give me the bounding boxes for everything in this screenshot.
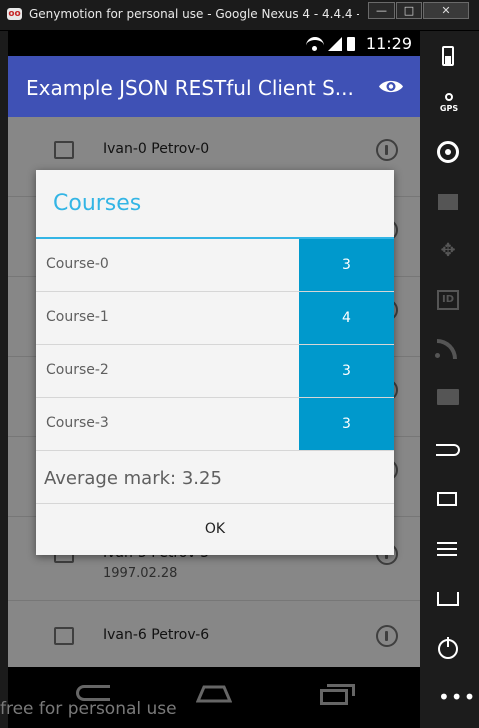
back-icon xyxy=(436,444,460,456)
more-widget[interactable]: ••• xyxy=(420,681,479,717)
battery-icon xyxy=(442,46,454,66)
recent-apps-icon xyxy=(437,492,457,506)
eye-icon[interactable] xyxy=(378,78,404,95)
wifi-icon xyxy=(306,37,324,51)
home-icon xyxy=(437,592,459,606)
move-icon: ✥ xyxy=(440,240,456,261)
genymotion-toolbar: GPS ✥ ID ••• xyxy=(420,31,479,728)
window-frame xyxy=(0,31,8,728)
gps-icon: GPS xyxy=(432,93,466,117)
capture-widget[interactable] xyxy=(420,184,479,220)
more-icon: ••• xyxy=(438,685,477,709)
ok-button[interactable]: OK xyxy=(36,504,394,555)
minimize-button[interactable]: — xyxy=(368,2,395,19)
power-widget[interactable] xyxy=(420,631,479,667)
course-row: Course-0 3 xyxy=(36,239,394,292)
move-widget[interactable]: ✥ xyxy=(420,233,479,269)
course-row: Course-3 3 xyxy=(36,398,394,451)
gps-widget[interactable]: GPS xyxy=(420,86,479,122)
nav-recent-apps-icon[interactable] xyxy=(320,684,355,706)
status-bar: 11:29 xyxy=(8,31,420,56)
app-title: Example JSON RESTful Client S... xyxy=(26,76,354,100)
home-widget[interactable] xyxy=(420,582,479,618)
menu-widget[interactable] xyxy=(420,532,479,568)
menu-icon xyxy=(437,542,457,556)
course-row: Course-1 4 xyxy=(36,292,394,345)
sms-widget[interactable] xyxy=(420,380,479,416)
recent-apps-widget[interactable] xyxy=(420,482,479,518)
course-mark: 3 xyxy=(299,345,394,397)
course-row: Course-2 3 xyxy=(36,345,394,398)
gps-label: GPS xyxy=(439,104,459,113)
genymotion-logo-icon: oo xyxy=(7,8,22,20)
webcam-icon xyxy=(437,141,459,163)
signal-icon xyxy=(328,37,342,51)
course-name: Course-1 xyxy=(46,309,109,325)
battery-widget[interactable] xyxy=(420,36,479,72)
back-widget[interactable] xyxy=(420,433,479,469)
course-mark: 3 xyxy=(299,239,394,291)
course-name: Course-0 xyxy=(46,256,109,272)
course-mark: 4 xyxy=(299,292,394,344)
rss-widget[interactable] xyxy=(420,331,479,367)
action-bar: Example JSON RESTful Client S... xyxy=(8,56,420,117)
close-button[interactable]: ✕ xyxy=(423,2,469,19)
course-mark: 3 xyxy=(299,398,394,450)
capture-icon xyxy=(438,194,458,210)
window-title: Genymotion for personal use - Google Nex… xyxy=(29,7,359,21)
dialog-title: Courses xyxy=(53,191,142,216)
battery-status-icon xyxy=(347,37,355,51)
nav-home-icon[interactable] xyxy=(196,685,232,703)
sms-icon xyxy=(437,389,459,405)
maximize-button[interactable]: □ xyxy=(396,2,422,19)
id-widget[interactable]: ID xyxy=(420,282,479,318)
watermark: free for personal use xyxy=(0,699,177,719)
status-icons xyxy=(306,37,360,51)
power-icon xyxy=(438,637,458,659)
course-name: Course-2 xyxy=(46,362,109,378)
course-name: Course-3 xyxy=(46,415,109,431)
id-icon: ID xyxy=(437,290,459,310)
webcam-widget[interactable] xyxy=(420,134,479,170)
average-mark: Average mark: 3.25 xyxy=(44,468,222,489)
rss-icon xyxy=(435,339,457,359)
courses-dialog: Courses Course-0 3 Course-1 4 Course-2 3… xyxy=(36,170,394,555)
window-title-bar: oo Genymotion for personal use - Google … xyxy=(0,0,479,31)
status-time: 11:29 xyxy=(365,34,412,53)
